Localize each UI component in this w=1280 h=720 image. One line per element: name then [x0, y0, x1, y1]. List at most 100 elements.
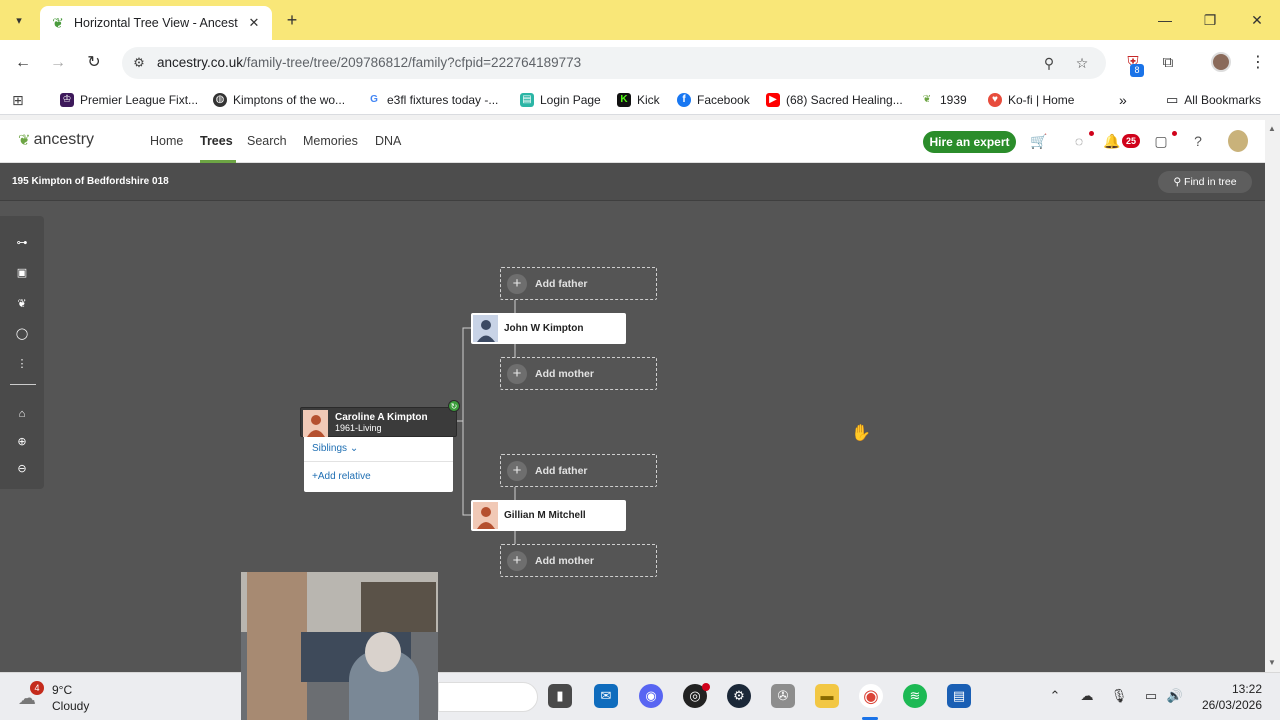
url-domain: ancestry.co.uk: [157, 55, 244, 70]
spotify-icon[interactable]: ≋: [903, 684, 927, 708]
profile-avatar[interactable]: [1211, 52, 1231, 72]
more-bookmarks-chevron-icon[interactable]: »: [1119, 91, 1127, 109]
tab-search-menu-icon[interactable]: ▾: [8, 9, 30, 31]
globe-icon: ◍: [213, 93, 227, 107]
restore-window-icon[interactable]: ❐: [1200, 10, 1220, 30]
clock-time[interactable]: 13:22: [1210, 682, 1262, 696]
new-tab-plus-icon[interactable]: +: [282, 10, 302, 30]
siblings-label: Siblings: [312, 443, 348, 454]
add-mother-card-maternal[interactable]: + Add mother: [500, 544, 657, 577]
scroll-up-arrow-icon[interactable]: ▲: [1268, 124, 1276, 133]
nav-memories[interactable]: Memories: [303, 134, 358, 148]
bookmark-premier-league[interactable]: ♔ Premier League Fixt...: [60, 91, 198, 109]
app-tools-icon[interactable]: ✇: [771, 684, 795, 708]
siblings-toggle[interactable]: Siblings ⌄: [312, 443, 358, 454]
url-path: /family-tree/tree/209786812/family?cfpid…: [243, 55, 582, 70]
add-father-card-paternal[interactable]: + Add father: [500, 267, 657, 300]
nav-dna[interactable]: DNA: [375, 134, 401, 148]
focus-person-dates: 1961-Living: [335, 423, 382, 433]
tree-connectors: [457, 300, 516, 544]
bookmark-sacred-healing[interactable]: ▶ (68) Sacred Healing...: [766, 91, 903, 109]
hire-expert-button[interactable]: Hire an expert: [923, 131, 1016, 153]
all-bookmarks-folder[interactable]: ▭ All Bookmarks: [1166, 91, 1261, 109]
add-father-card-maternal[interactable]: + Add father: [500, 454, 657, 487]
bookmark-e3fl[interactable]: G e3fl fixtures today -...: [367, 91, 498, 109]
back-arrow-icon[interactable]: ←: [12, 52, 34, 74]
person-card-mother[interactable]: Gillian M Mitchell: [471, 500, 626, 531]
plus-icon: +: [507, 461, 527, 481]
all-bookmarks-label: All Bookmarks: [1184, 93, 1261, 107]
hint-leaf-badge-icon[interactable]: ↻: [448, 400, 460, 412]
hints-leaf-icon[interactable]: ◌: [1070, 132, 1088, 150]
person-card-father[interactable]: John W Kimpton: [471, 313, 626, 344]
volume-icon[interactable]: 🔊: [1166, 687, 1184, 705]
messages-icon[interactable]: ▢: [1152, 132, 1170, 150]
tray-overflow-chevron-icon[interactable]: ⌃: [1046, 687, 1064, 705]
outlook-icon[interactable]: ✉: [594, 684, 618, 708]
extensions-puzzle-icon[interactable]: ⧉: [1157, 52, 1179, 74]
task-view-icon[interactable]: ▮: [548, 684, 572, 708]
file-explorer-folder-icon[interactable]: ▬: [815, 684, 839, 708]
tab-close-icon[interactable]: ✕: [246, 15, 262, 31]
close-window-icon[interactable]: ✕: [1247, 10, 1267, 30]
user-avatar[interactable]: [1228, 130, 1248, 152]
google-icon: G: [367, 93, 381, 107]
bookmark-kick[interactable]: K Kick: [617, 91, 660, 109]
tree-canvas[interactable]: 195 Kimpton of Bedfordshire 018 ⚲ Find i…: [0, 163, 1265, 672]
add-mother-label: Add mother: [535, 368, 594, 380]
kofi-icon: ♥: [988, 93, 1002, 107]
bookmark-1939[interactable]: ❦ 1939: [920, 91, 967, 109]
site-settings-icon[interactable]: ⚙: [130, 54, 148, 72]
forward-arrow-icon[interactable]: →: [47, 52, 69, 74]
premier-league-icon: ♔: [60, 93, 74, 107]
url-text[interactable]: ancestry.co.uk/family-tree/tree/20978681…: [157, 55, 581, 70]
bookmark-label: Kick: [637, 93, 660, 107]
microphone-icon[interactable]: 🎙: [1110, 687, 1128, 705]
nav-trees[interactable]: Trees: [200, 134, 233, 148]
focus-person-name: Caroline A Kimpton: [335, 412, 428, 423]
chrome-icon[interactable]: ◉: [859, 684, 883, 708]
zoom-magnifier-icon[interactable]: ⚲: [1040, 54, 1058, 72]
apps-grid-icon[interactable]: ⊞: [12, 91, 24, 109]
scroll-down-arrow-icon[interactable]: ▼: [1268, 658, 1276, 667]
page-scrollbar[interactable]: ▲ ▼: [1265, 120, 1280, 672]
minimize-window-icon[interactable]: —: [1155, 10, 1175, 30]
browser-tab-active[interactable]: ❦ Horizontal Tree View - Ancestry ✕: [40, 6, 272, 40]
steam-icon[interactable]: ⚙: [727, 684, 751, 708]
taskbar-search[interactable]: [438, 682, 538, 712]
weather-widget[interactable]: ☁ 4 9°C Cloudy: [18, 681, 238, 715]
bookmarks-bar: ⊞ ♔ Premier League Fixt... ◍ Kimptons of…: [0, 85, 1280, 115]
notifications-count: 25: [1122, 134, 1141, 148]
tab-title: Horizontal Tree View - Ancestry: [74, 16, 238, 30]
help-icon[interactable]: ?: [1189, 132, 1207, 150]
onedrive-cloud-icon[interactable]: ☁: [1078, 687, 1096, 705]
bookmark-kimptons[interactable]: ◍ Kimptons of the wo...: [213, 91, 345, 109]
nav-search[interactable]: Search: [247, 134, 287, 148]
ancestry-logo[interactable]: ❦ ancestry: [18, 131, 94, 149]
bookmark-label: Login Page: [540, 93, 601, 107]
bookmark-label: e3fl fixtures today -...: [387, 93, 499, 107]
discord-icon[interactable]: ◉: [639, 684, 663, 708]
bookmark-facebook[interactable]: f Facebook: [677, 91, 750, 109]
address-bar[interactable]: ⚙ ancestry.co.uk/family-tree/tree/209786…: [122, 47, 1106, 79]
ancestry-leaf-icon: ❦: [18, 132, 31, 149]
clock-date[interactable]: 26/03/2026: [1196, 698, 1262, 712]
add-relative-link[interactable]: +Add relative: [312, 471, 371, 482]
add-mother-label: Add mother: [535, 555, 594, 567]
bookmark-kofi[interactable]: ♥ Ko-fi | Home: [988, 91, 1074, 109]
bookmark-login-page[interactable]: ▤ Login Page: [520, 91, 601, 109]
mother-name: Gillian M Mitchell: [504, 510, 586, 521]
windows-taskbar: ☁ 4 9°C Cloudy ▮ ✉ ◉ ◎ ⚙ ✇ ▬ ◉ ≋ ▤ ⌃ ☁ 🎙…: [0, 672, 1280, 720]
chrome-menu-icon[interactable]: ⋮: [1247, 52, 1269, 74]
network-icon[interactable]: ▭: [1142, 687, 1160, 705]
focus-person-dropdown: Siblings ⌄ +Add relative: [304, 437, 453, 492]
focus-person-card[interactable]: Caroline A Kimpton 1961-Living: [300, 407, 457, 437]
bookmark-star-icon[interactable]: ☆: [1073, 54, 1091, 72]
document-app-icon[interactable]: ▤: [947, 684, 971, 708]
add-mother-card-paternal[interactable]: + Add mother: [500, 357, 657, 390]
notifications-bell-icon[interactable]: 🔔: [1103, 132, 1121, 150]
nav-home[interactable]: Home: [150, 134, 183, 148]
reload-icon[interactable]: ↻: [83, 52, 105, 74]
cart-icon[interactable]: 🛒: [1030, 132, 1048, 150]
weather-badge: 4: [30, 681, 44, 695]
